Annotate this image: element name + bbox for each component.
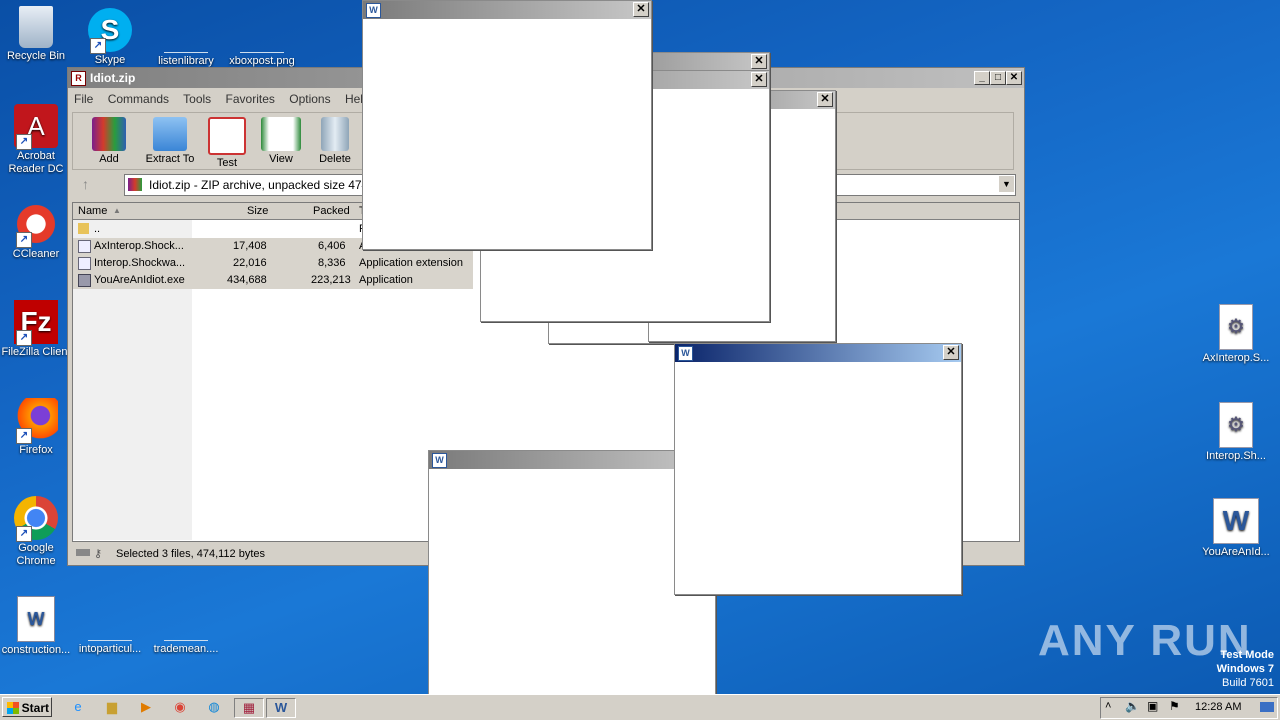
file-icon — [164, 8, 208, 53]
close-button[interactable]: ✕ — [751, 54, 767, 69]
network-icon[interactable]: ▣ — [1147, 699, 1158, 713]
chrome-icon[interactable]: ◉ — [170, 698, 190, 716]
edge-icon[interactable]: ◍ — [204, 698, 224, 716]
chevron-down-icon[interactable]: ▼ — [999, 176, 1014, 192]
menu-tools[interactable]: Tools — [183, 92, 211, 106]
menu-bar: File Commands Tools Favorites Options He… — [74, 92, 381, 108]
popup-window: W — [428, 450, 716, 702]
table-row[interactable]: Interop.Shockwa... 22,016 8,336 Applicat… — [73, 255, 473, 272]
system-tray: ˄ 🔈 ▣ ⚑ 12:28 AM — [1100, 697, 1278, 719]
column-name[interactable]: Name — [78, 205, 107, 217]
trash-icon — [321, 117, 349, 151]
windows-logo-icon — [7, 702, 19, 714]
extract-to-button[interactable]: Extract To — [141, 117, 199, 165]
desktop-icon-trademean[interactable]: trademean.... — [148, 596, 224, 656]
popup-titlebar[interactable]: W — [363, 1, 651, 19]
word-taskbar-icon[interactable]: W — [266, 698, 296, 718]
close-button[interactable]: ✕ — [943, 345, 959, 360]
status-text: Selected 3 files, 474,112 bytes — [116, 548, 266, 560]
close-button[interactable]: ✕ — [751, 72, 767, 87]
dll-icon — [78, 257, 91, 270]
media-player-icon[interactable]: ▶ — [136, 698, 156, 716]
desktop-icon-youareanidiot[interactable]: W YouAreAnId... — [1198, 498, 1274, 559]
desktop-icon-intoparticul[interactable]: intoparticul... — [72, 596, 148, 656]
book-icon — [261, 117, 301, 151]
menu-file[interactable]: File — [74, 92, 93, 106]
word-icon: W — [678, 346, 693, 361]
minimize-button[interactable]: _ — [974, 71, 990, 85]
image-icon — [240, 8, 284, 53]
popup-titlebar[interactable]: W — [429, 451, 715, 469]
desktop-icon-ccleaner[interactable]: ↗ CCleaner — [0, 202, 74, 261]
word-icon: W — [1213, 498, 1259, 544]
desktop-icon-recycle-bin[interactable]: Recycle Bin — [0, 6, 74, 63]
add-button[interactable]: Add — [87, 117, 131, 165]
filezilla-icon: Fz ↗ — [14, 300, 58, 346]
menu-options[interactable]: Options — [289, 92, 330, 106]
start-button[interactable]: Start — [2, 697, 52, 717]
desktop-icon-firefox[interactable]: ↗ Firefox — [0, 398, 74, 457]
test-button[interactable]: Test — [205, 117, 249, 169]
file-icon — [164, 596, 208, 641]
drive-icon — [76, 549, 90, 556]
dll-icon: ⚙ — [1219, 304, 1253, 350]
folder-icon — [78, 223, 89, 234]
dll-icon: ⚙ — [1219, 402, 1253, 448]
show-desktop-icon[interactable] — [1260, 702, 1274, 712]
test-icon — [208, 117, 246, 155]
ie-icon[interactable]: e — [68, 698, 88, 716]
delete-button[interactable]: Delete — [313, 117, 357, 165]
test-mode-text: Test Mode Windows 7 Build 7601 — [1216, 649, 1274, 689]
desktop-icon-acrobat[interactable]: A ↗ Acrobat Reader DC — [0, 104, 74, 176]
sort-up-icon: ▲ — [113, 206, 121, 215]
volume-icon[interactable]: 🔈 — [1125, 699, 1140, 713]
firefox-icon: ↗ — [14, 398, 58, 444]
menu-commands[interactable]: Commands — [108, 92, 169, 106]
explorer-icon[interactable]: ▆ — [102, 698, 122, 716]
winrar-app-icon: R — [71, 71, 86, 86]
maximize-button[interactable]: □ — [990, 71, 1006, 85]
desktop-icon-interop[interactable]: ⚙ Interop.Sh... — [1198, 402, 1274, 463]
zip-icon — [128, 178, 142, 191]
add-icon — [92, 117, 126, 151]
close-button[interactable]: ✕ — [1006, 71, 1022, 85]
folder-icon — [153, 117, 187, 151]
popup-window-active: W ✕ — [674, 343, 962, 595]
winrar-taskbar-icon[interactable]: ▦ — [234, 698, 264, 718]
chrome-icon: ↗ — [14, 496, 58, 542]
desktop-icon-chrome[interactable]: ↗ Google Chrome — [0, 496, 74, 568]
desktop-icon-filezilla[interactable]: Fz ↗ FileZilla Client — [0, 300, 74, 359]
table-row[interactable]: YouAreAnIdiot.exe 434,688 223,213 Applic… — [73, 272, 473, 289]
popup-window: W ✕ — [362, 0, 652, 250]
acrobat-icon: A ↗ — [14, 104, 58, 150]
up-arrow-icon[interactable]: ↑ — [82, 176, 89, 192]
menu-favorites[interactable]: Favorites — [226, 92, 275, 106]
flag-icon[interactable]: ⚑ — [1169, 699, 1180, 713]
desktop-icon-skype[interactable]: S ↗ Skype — [72, 8, 148, 67]
column-packed[interactable]: Packed — [313, 205, 350, 217]
close-button[interactable]: ✕ — [633, 2, 649, 17]
dll-icon — [78, 240, 91, 253]
desktop-icon-xboxpost[interactable]: xboxpost.png — [224, 8, 300, 68]
popup-titlebar[interactable]: W — [675, 344, 961, 362]
close-button[interactable]: ✕ — [817, 92, 833, 107]
word-doc-icon: W — [17, 596, 55, 642]
desktop-icon-construction[interactable]: W construction... — [0, 596, 74, 657]
skype-icon: S ↗ — [88, 8, 132, 54]
recycle-bin-icon — [19, 6, 53, 48]
desktop-icon-axinterop[interactable]: ⚙ AxInterop.S... — [1198, 304, 1274, 365]
word-icon: W — [366, 3, 381, 18]
window-title: Idiot.zip — [90, 71, 136, 85]
clock[interactable]: 12:28 AM — [1195, 701, 1241, 713]
view-button[interactable]: View — [259, 117, 303, 165]
taskbar: Start e ▆ ▶ ◉ ◍ ▦ W ˄ 🔈 ▣ ⚑ 12:28 AM — [0, 694, 1280, 720]
word-icon: W — [432, 453, 447, 468]
key-icon: ⚷ — [94, 548, 103, 560]
file-icon — [88, 596, 132, 641]
ccleaner-icon: ↗ — [14, 202, 58, 248]
desktop-icon-listenlibrary[interactable]: listenlibrary — [148, 8, 224, 68]
column-size[interactable]: Size — [247, 205, 268, 217]
chevron-up-icon[interactable]: ˄ — [1105, 700, 1111, 712]
exe-icon — [78, 274, 91, 287]
